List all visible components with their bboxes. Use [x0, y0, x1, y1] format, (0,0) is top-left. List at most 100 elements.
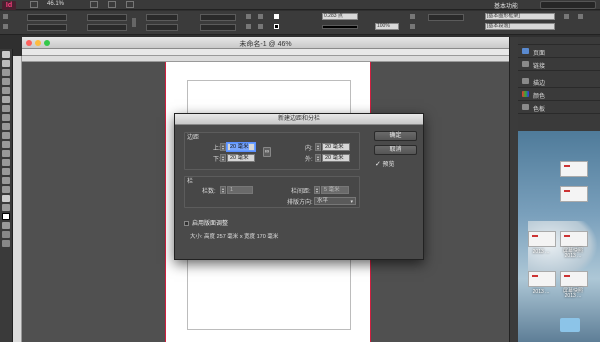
gradient-tool-icon[interactable]	[2, 168, 10, 175]
y-position-field[interactable]	[27, 24, 67, 31]
arrange-documents-icon[interactable]	[126, 1, 134, 8]
cancel-button[interactable]: 取消	[374, 145, 417, 155]
outside-margin-stepper[interactable]: ▴ ▾	[315, 154, 321, 162]
bridge-icon[interactable]	[30, 1, 38, 8]
line-tool-icon[interactable]	[2, 105, 10, 112]
enable-layout-adjust-checkbox[interactable]: 启用版面调整	[184, 218, 228, 227]
width-field[interactable]	[87, 14, 127, 21]
gutter-input[interactable]: 5 毫米	[321, 186, 349, 194]
stroke-swatch[interactable]	[274, 24, 279, 29]
reference-point-icon[interactable]	[3, 14, 8, 19]
panel-stroke[interactable]: 描边	[518, 75, 600, 88]
scale-x-field[interactable]	[146, 14, 178, 21]
screen-mode-tool-icon[interactable]	[2, 240, 10, 247]
outside-margin-input[interactable]: 20 毫米	[322, 154, 350, 162]
dialog-title: 新建边距和分栏	[175, 114, 423, 125]
hand-tool-icon[interactable]	[2, 195, 10, 202]
note-tool-icon[interactable]	[2, 177, 10, 184]
view-options-icon[interactable]	[90, 1, 98, 8]
fill-stroke-icon[interactable]	[2, 213, 10, 220]
top-margin-stepper[interactable]: ▴ ▾	[220, 143, 226, 151]
bottom-margin-stepper[interactable]: ▴ ▾	[220, 154, 226, 162]
bottom-margin-input[interactable]: 20 毫米	[227, 154, 255, 162]
indesign-window: Id 46.1% 基本功能 0.283 点 100% [基本图形框架] [基本段…	[0, 0, 600, 342]
indesign-logo: Id	[2, 1, 16, 10]
rotate-icon[interactable]	[258, 14, 263, 19]
panel-menu-icon[interactable]	[578, 14, 583, 19]
apply-color-icon[interactable]	[2, 231, 10, 238]
align-icon[interactable]	[564, 14, 569, 19]
constrain-proportions-icon[interactable]	[132, 18, 136, 27]
zoom-level[interactable]: 46.1%	[47, 1, 64, 7]
search-input[interactable]	[540, 1, 596, 9]
columns-count-stepper[interactable]: ▴ ▾	[220, 186, 226, 194]
vertical-scrollbar[interactable]	[509, 37, 518, 342]
opacity-field[interactable]: 100%	[375, 23, 399, 30]
control-panel: 0.283 点 100% [基本图形框架] [基本段落]	[0, 11, 600, 35]
panel-swatches[interactable]: 色板	[518, 101, 600, 114]
page-size-summary: 大小: 高度 257 毫米 x 宽度 170 毫米	[190, 234, 279, 240]
free-transform-tool-icon[interactable]	[2, 159, 10, 166]
flip-vertical-icon[interactable]	[246, 24, 251, 29]
stroke-type-selector[interactable]	[322, 25, 358, 29]
pencil-tool-icon[interactable]	[2, 123, 10, 130]
x-position-field[interactable]	[27, 14, 67, 21]
link-margins-icon[interactable]: ∞	[263, 147, 271, 157]
flip-icon[interactable]	[246, 14, 251, 19]
top-margin-input[interactable]: 20 毫米	[227, 143, 255, 151]
workspace-switcher[interactable]: 基本功能	[494, 1, 518, 10]
object-style-selector[interactable]: [基本图形框架]	[485, 13, 555, 20]
columns-count-input[interactable]: 1	[227, 186, 253, 194]
eyedropper-tool-icon[interactable]	[2, 186, 10, 193]
columns-count-label: 栏数:	[202, 189, 216, 195]
content-collector-icon[interactable]	[2, 87, 10, 94]
vertical-ruler[interactable]	[13, 56, 22, 342]
shear-field[interactable]	[200, 24, 236, 31]
desktop-file-thumbnail[interactable]	[560, 186, 588, 202]
direct-selection-tool-icon[interactable]	[2, 60, 10, 67]
paragraph-style-selector[interactable]: [基本段落]	[485, 23, 555, 30]
desktop-file-thumbnail[interactable]	[560, 161, 588, 177]
corner-size-field[interactable]	[428, 14, 464, 21]
writing-direction-label: 排版方向:	[287, 200, 313, 206]
select-container-icon[interactable]	[258, 24, 263, 29]
zoom-tool-icon[interactable]	[2, 204, 10, 211]
inside-margin-stepper[interactable]: ▴ ▾	[315, 143, 321, 151]
gutter-stepper[interactable]: ▴ ▾	[314, 186, 320, 194]
stroke-weight-field[interactable]: 0.283 点	[322, 13, 358, 20]
desktop-file-thumbnail[interactable]	[528, 271, 556, 287]
text-wrap-icon[interactable]	[410, 24, 415, 29]
rectangle-tool-icon[interactable]	[2, 141, 10, 148]
ok-button[interactable]: 确定	[374, 131, 417, 141]
scale-y-field[interactable]	[146, 24, 178, 31]
writing-direction-select[interactable]: 水平 ▾	[314, 197, 356, 205]
scissors-tool-icon[interactable]	[2, 150, 10, 157]
columns-group: 栏 栏数: ▴ ▾ 1 栏间距: ▴ ▾ 5 毫米 排版方向: 水平 ▾	[184, 176, 360, 208]
panel-label: 颜色	[533, 94, 546, 100]
effects-icon[interactable]	[410, 14, 415, 19]
desktop-file-thumbnail[interactable]	[560, 271, 588, 287]
swap-colors-icon[interactable]	[2, 222, 10, 229]
rectangle-frame-tool-icon[interactable]	[2, 132, 10, 139]
reference-point-icon[interactable]	[3, 24, 8, 29]
desktop-file-label: 2013 ...	[564, 293, 582, 299]
gap-tool-icon[interactable]	[2, 78, 10, 85]
margins-group: 边距 上: ▴ ▾ 20 毫米 下: ▴ ▾ 20 毫米 内: ▴ ▾ 20 毫米 外…	[184, 132, 360, 170]
desktop-file-thumbnail[interactable]	[528, 231, 556, 247]
inside-margin-input[interactable]: 20 毫米	[322, 143, 350, 151]
panel-links[interactable]: 链接	[518, 58, 600, 71]
selection-tool-icon[interactable]	[2, 51, 10, 58]
fill-swatch[interactable]	[274, 14, 279, 19]
type-tool-icon[interactable]	[2, 96, 10, 103]
panel-color[interactable]: 颜色	[518, 88, 600, 101]
page-tool-icon[interactable]	[2, 69, 10, 76]
desktop-file-thumbnail[interactable]	[560, 231, 588, 247]
pen-tool-icon[interactable]	[2, 114, 10, 121]
height-field[interactable]	[87, 24, 127, 31]
folder-icon[interactable]	[560, 318, 580, 332]
screen-mode-icon[interactable]	[108, 1, 116, 8]
panel-pages[interactable]: 页面	[518, 45, 600, 58]
panel-label: 描边	[533, 81, 546, 87]
rotation-field[interactable]	[200, 14, 236, 21]
preview-checkbox[interactable]: ✓ 预览	[375, 159, 395, 168]
